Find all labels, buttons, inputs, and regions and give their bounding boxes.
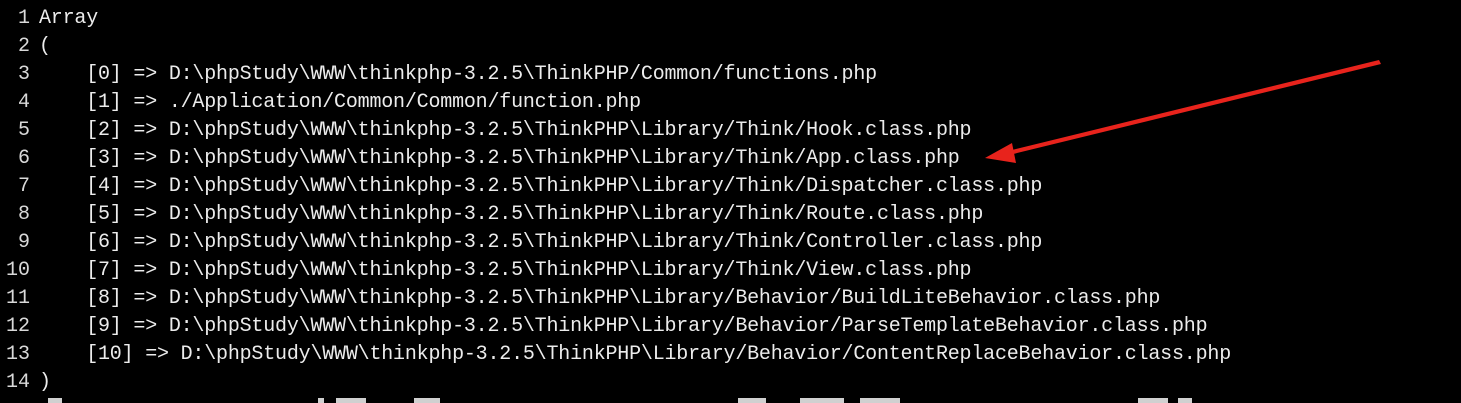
- line-number: 4: [17, 91, 30, 114]
- line-number: 6: [17, 147, 30, 170]
- output-line: 8 [5] => D:\phpStudy\WWW\thinkphp-3.2.5\…: [0, 201, 1231, 229]
- output-line: 14): [0, 369, 1231, 397]
- output-line: 5 [2] => D:\phpStudy\WWW\thinkphp-3.2.5\…: [0, 117, 1231, 145]
- cut-glyph: [860, 398, 900, 403]
- output-line: 1 Array: [0, 5, 1231, 33]
- line-number: 10: [5, 259, 30, 282]
- cut-glyph: [738, 398, 766, 403]
- cut-off-line: [0, 395, 1461, 403]
- line-number: 1: [17, 7, 30, 30]
- code-block: 1 Array 2( 3 [0] => D:\phpStudy\WWW\think…: [0, 5, 1231, 397]
- line-text: [2] => D:\phpStudy\WWW\thinkphp-3.2.5\Th…: [39, 119, 972, 142]
- line-number: 7: [17, 175, 30, 198]
- cut-glyph: [336, 398, 366, 403]
- output-line-highlighted: 6 [3] => D:\phpStudy\WWW\thinkphp-3.2.5\…: [0, 145, 1231, 173]
- line-text: [5] => D:\phpStudy\WWW\thinkphp-3.2.5\Th…: [39, 203, 984, 226]
- cut-glyph: [48, 398, 62, 403]
- line-number: 9: [17, 231, 30, 254]
- line-text: (: [39, 35, 51, 58]
- output-line: 7 [4] => D:\phpStudy\WWW\thinkphp-3.2.5\…: [0, 173, 1231, 201]
- cut-glyph: [1178, 398, 1192, 403]
- cut-glyph: [318, 398, 324, 403]
- line-number: 5: [17, 119, 30, 142]
- line-number: 12: [5, 315, 30, 338]
- line-number: 11: [5, 287, 30, 310]
- cut-glyph: [1138, 398, 1168, 403]
- cut-glyph: [414, 398, 440, 403]
- line-text: [1] => ./Application/Common/Common/funct…: [39, 91, 641, 114]
- line-text: [10] => D:\phpStudy\WWW\thinkphp-3.2.5\T…: [39, 343, 1231, 366]
- output-line: 12 [9] => D:\phpStudy\WWW\thinkphp-3.2.5…: [0, 313, 1231, 341]
- output-line: 4 [1] => ./Application/Common/Common/fun…: [0, 89, 1231, 117]
- output-line: 2(: [0, 33, 1231, 61]
- line-text: [8] => D:\phpStudy\WWW\thinkphp-3.2.5\Th…: [39, 287, 1161, 310]
- line-text: [0] => D:\phpStudy\WWW\thinkphp-3.2.5\Th…: [39, 63, 877, 86]
- line-text: [9] => D:\phpStudy\WWW\thinkphp-3.2.5\Th…: [39, 315, 1208, 338]
- line-text: [3] => D:\phpStudy\WWW\thinkphp-3.2.5\Th…: [39, 147, 960, 170]
- output-line: 10 [7] => D:\phpStudy\WWW\thinkphp-3.2.5…: [0, 257, 1231, 285]
- line-text: ): [39, 371, 51, 394]
- line-number: 14: [5, 371, 30, 394]
- output-line: 11 [8] => D:\phpStudy\WWW\thinkphp-3.2.5…: [0, 285, 1231, 313]
- line-number: 3: [17, 63, 30, 86]
- line-number: 13: [5, 343, 30, 366]
- output-line: 9 [6] => D:\phpStudy\WWW\thinkphp-3.2.5\…: [0, 229, 1231, 257]
- terminal-output: 1 Array 2( 3 [0] => D:\phpStudy\WWW\think…: [0, 0, 1461, 403]
- line-text: Array: [39, 7, 99, 30]
- output-line: 13 [10] => D:\phpStudy\WWW\thinkphp-3.2.…: [0, 341, 1231, 369]
- output-line: 3 [0] => D:\phpStudy\WWW\thinkphp-3.2.5\…: [0, 61, 1231, 89]
- line-text: [6] => D:\phpStudy\WWW\thinkphp-3.2.5\Th…: [39, 231, 1043, 254]
- cut-glyph: [800, 398, 844, 403]
- line-text: [4] => D:\phpStudy\WWW\thinkphp-3.2.5\Th…: [39, 175, 1043, 198]
- line-number: 8: [17, 203, 30, 226]
- line-text: [7] => D:\phpStudy\WWW\thinkphp-3.2.5\Th…: [39, 259, 972, 282]
- line-number: 2: [17, 35, 30, 58]
